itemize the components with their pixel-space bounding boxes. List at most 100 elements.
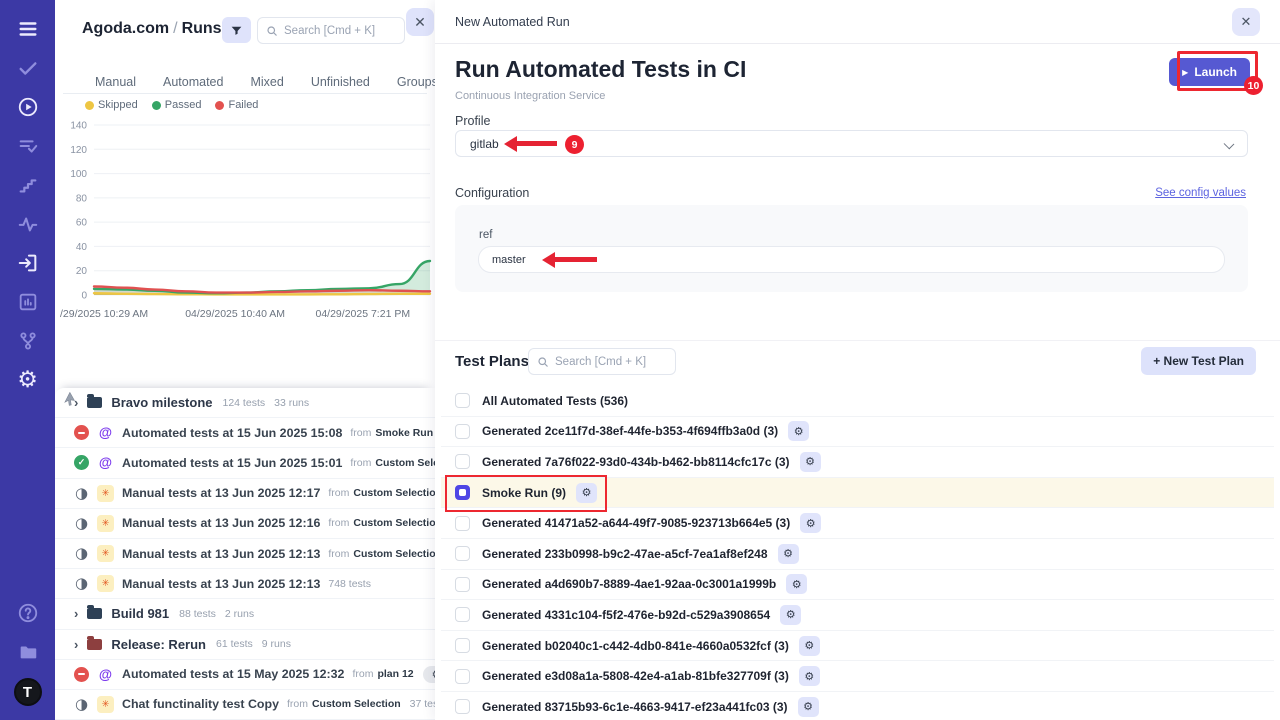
configuration-label: Configuration: [455, 186, 529, 200]
menu-icon[interactable]: [15, 16, 41, 42]
gear-icon[interactable]: ⚙: [786, 574, 807, 594]
gear-icon[interactable]: ⚙: [15, 367, 41, 393]
test-plan-row[interactable]: All Automated Tests (536): [441, 386, 1274, 417]
checkbox[interactable]: [455, 669, 470, 684]
run-row[interactable]: ◑✳Manual tests at 13 Jun 2025 12:13748 t…: [55, 569, 435, 599]
run-row[interactable]: ◑✳Chat functinality test CopyfromCustom …: [55, 690, 435, 720]
test-plan-label: Generated e3d08a1a-5808-42e4-a1ab-81bfe3…: [482, 669, 789, 683]
panel-close-button[interactable]: ✕: [406, 8, 434, 36]
gear-icon[interactable]: ⚙: [799, 636, 820, 656]
checkbox[interactable]: [455, 454, 470, 469]
checkbox[interactable]: [455, 516, 470, 531]
test-plan-row[interactable]: Generated a4d690b7-8889-4ae1-92aa-0c3001…: [441, 570, 1274, 601]
run-title[interactable]: Automated tests at 15 Jun 2025 15:08: [122, 426, 342, 440]
manual-run-icon: ✳: [97, 545, 114, 562]
runs-list: ›Bravo milestone124 tests33 runs@Automat…: [55, 388, 435, 720]
test-plan-row[interactable]: Generated 7a76f022-93d0-434b-b462-bb8114…: [441, 447, 1274, 478]
play-circle-icon[interactable]: [15, 94, 41, 120]
test-plan-row[interactable]: Smoke Run (9) ⚙: [441, 478, 1274, 509]
run-row[interactable]: @Automated tests at 15 Jun 2025 15:08fro…: [55, 418, 435, 448]
search-icon: [537, 356, 549, 368]
checkbox[interactable]: [455, 607, 470, 622]
test-plan-row[interactable]: Generated 83715b93-6c1e-4663-9417-ef23a4…: [441, 692, 1274, 720]
checkbox-checked[interactable]: [455, 485, 470, 500]
tab-unfinished[interactable]: Unfinished: [311, 75, 370, 89]
manual-run-icon: ✳: [97, 485, 114, 502]
tab-mixed[interactable]: Mixed: [250, 75, 283, 89]
filter-button[interactable]: [222, 17, 251, 43]
test-plan-row[interactable]: Generated 2ce11f7d-38ef-44fe-b353-4f694f…: [441, 417, 1274, 448]
run-row[interactable]: @Automated tests at 15 May 2025 12:32fro…: [55, 660, 435, 690]
test-plan-row[interactable]: Generated 233b0998-b9c2-47ae-a5cf-7ea1af…: [441, 539, 1274, 570]
help-icon[interactable]: [15, 600, 41, 626]
run-title[interactable]: Manual tests at 13 Jun 2025 12:13: [122, 547, 320, 561]
run-title[interactable]: Automated tests at 15 May 2025 12:32: [122, 667, 344, 681]
run-title[interactable]: Manual tests at 13 Jun 2025 12:13: [122, 577, 320, 591]
run-group-row[interactable]: ›Bravo milestone124 tests33 runs: [55, 388, 435, 418]
run-title[interactable]: Chat functinality test Copy: [122, 697, 279, 711]
import-icon[interactable]: [15, 250, 41, 276]
check-icon[interactable]: [15, 55, 41, 81]
bar-chart-icon[interactable]: [15, 289, 41, 315]
chart-legend: SkippedPassedFailed: [85, 99, 258, 111]
gear-icon[interactable]: ⚙: [576, 483, 597, 503]
see-config-values-link[interactable]: See config values: [1155, 187, 1246, 199]
app-logo[interactable]: T: [14, 678, 42, 706]
runs-search-input[interactable]: [284, 25, 396, 37]
legend-dot: [215, 101, 224, 110]
run-title[interactable]: Manual tests at 13 Jun 2025 12:16: [122, 516, 320, 530]
test-plan-label: Generated 7a76f022-93d0-434b-b462-bb8114…: [482, 455, 790, 469]
test-badge[interactable]: ⚙test: [423, 666, 435, 683]
test-plan-label: Smoke Run (9): [482, 486, 566, 500]
status-failed-icon: [74, 667, 89, 682]
breadcrumb-project[interactable]: Agoda.com: [82, 20, 169, 37]
test-plan-row[interactable]: Generated e3d08a1a-5808-42e4-a1ab-81bfe3…: [441, 661, 1274, 692]
run-row[interactable]: ◑✳Manual tests at 13 Jun 2025 12:13fromC…: [55, 539, 435, 569]
checkbox[interactable]: [455, 638, 470, 653]
gear-icon[interactable]: ⚙: [778, 544, 799, 564]
launch-button[interactable]: ▶ Launch: [1169, 58, 1250, 86]
test-plans-search-input[interactable]: [555, 356, 667, 368]
tab-manual[interactable]: Manual: [95, 75, 136, 89]
steps-icon[interactable]: [15, 172, 41, 198]
new-automated-run-drawer: New Automated Run ✕ Run Automated Tests …: [435, 0, 1280, 720]
run-row[interactable]: ✓@Automated tests at 15 Jun 2025 15:01fr…: [55, 448, 435, 478]
tab-groups[interactable]: Groups: [397, 75, 438, 89]
chevron-right-icon[interactable]: ›: [74, 637, 78, 652]
run-title[interactable]: Automated tests at 15 Jun 2025 15:01: [122, 456, 342, 470]
test-plans-search[interactable]: [528, 348, 676, 375]
run-title[interactable]: Manual tests at 13 Jun 2025 12:17: [122, 486, 320, 500]
activity-icon[interactable]: [15, 211, 41, 237]
checkbox[interactable]: [455, 546, 470, 561]
new-test-plan-button[interactable]: + New Test Plan: [1141, 347, 1256, 375]
status-partial-icon: ◑: [74, 697, 89, 712]
run-row[interactable]: ◑✳Manual tests at 13 Jun 2025 12:17fromC…: [55, 479, 435, 509]
chevron-right-icon[interactable]: ›: [74, 606, 78, 621]
status-passed-icon: ✓: [74, 455, 89, 470]
runs-search[interactable]: [257, 17, 405, 44]
list-check-icon[interactable]: [15, 133, 41, 159]
gear-icon[interactable]: ⚙: [800, 513, 821, 533]
run-row[interactable]: ◑✳Manual tests at 13 Jun 2025 12:16fromC…: [55, 509, 435, 539]
git-branch-icon[interactable]: [15, 328, 41, 354]
checkbox[interactable]: [455, 577, 470, 592]
run-group-row[interactable]: ›Build 98188 tests2 runs: [55, 599, 435, 629]
drawer-close-button[interactable]: ✕: [1232, 8, 1260, 36]
test-plan-row[interactable]: Generated 4331c104-f5f2-476e-b92d-c529a3…: [441, 600, 1274, 631]
test-plan-row[interactable]: Generated 41471a52-a644-49f7-9085-923713…: [441, 508, 1274, 539]
tab-automated[interactable]: Automated: [163, 75, 223, 89]
group-tests-count: 88 tests: [179, 608, 216, 620]
run-group-row[interactable]: ›Release: Rerun61 tests9 runs: [55, 630, 435, 660]
checkbox[interactable]: [455, 699, 470, 714]
gear-icon[interactable]: ⚙: [798, 697, 819, 717]
play-icon: ▶: [1182, 68, 1188, 77]
gear-icon[interactable]: ⚙: [780, 605, 801, 625]
gear-icon[interactable]: ⚙: [799, 666, 820, 686]
checkbox[interactable]: [455, 424, 470, 439]
checkbox[interactable]: [455, 393, 470, 408]
folders-icon[interactable]: [15, 639, 41, 665]
test-plan-row[interactable]: Generated b02040c1-c442-4db0-841e-4660a0…: [441, 631, 1274, 662]
test-plan-label: Generated a4d690b7-8889-4ae1-92aa-0c3001…: [482, 577, 776, 591]
gear-icon[interactable]: ⚙: [800, 452, 821, 472]
gear-icon[interactable]: ⚙: [788, 421, 809, 441]
